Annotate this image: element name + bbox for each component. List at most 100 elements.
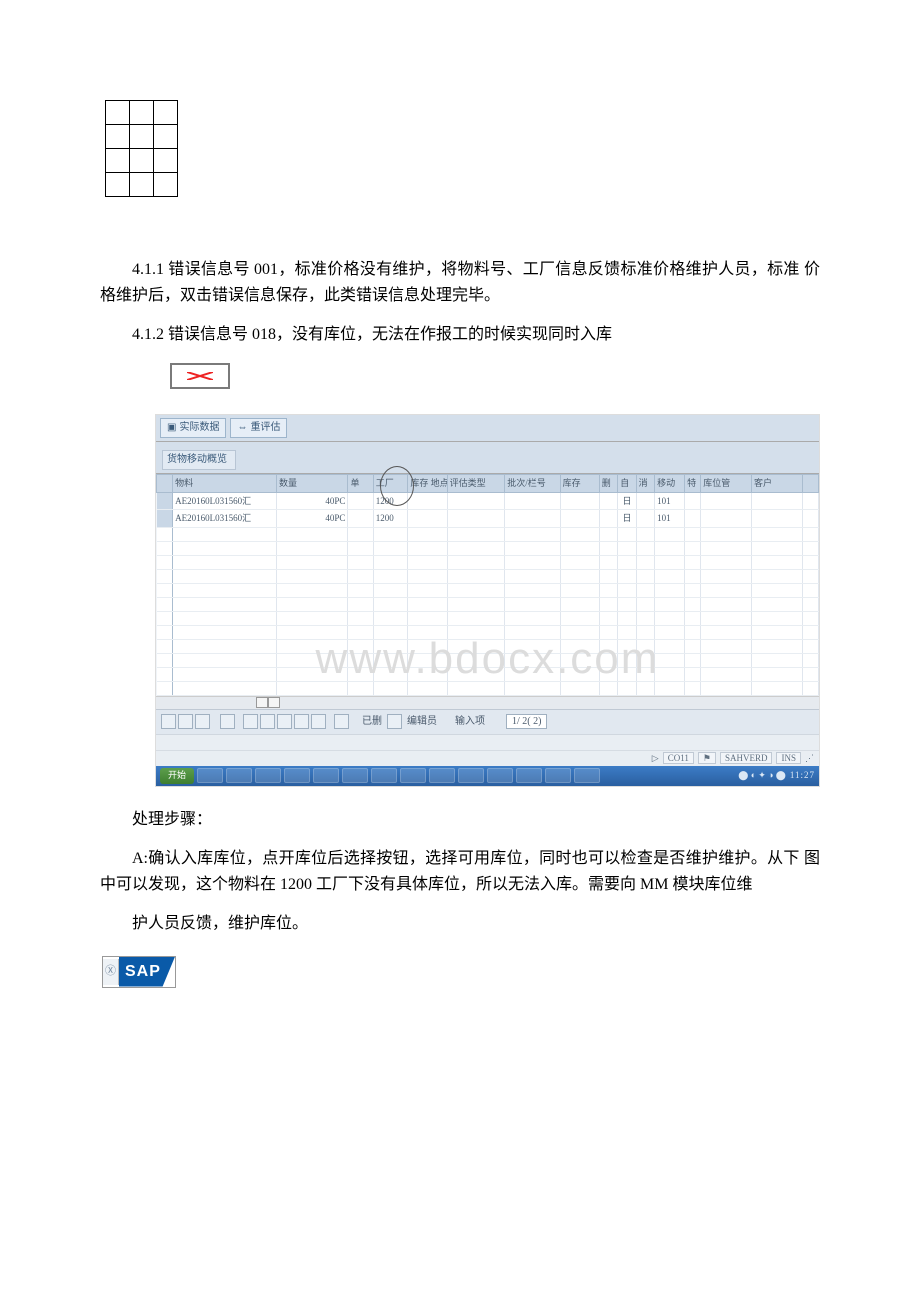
taskbar-item[interactable] (487, 768, 513, 783)
cell-c6[interactable] (701, 492, 752, 509)
taskbar-item[interactable] (342, 768, 368, 783)
taskbar-item[interactable] (371, 768, 397, 783)
table-row[interactable] (157, 597, 819, 611)
cell-c3[interactable] (636, 492, 654, 509)
cell-batch[interactable] (505, 492, 560, 509)
table-row[interactable] (157, 527, 819, 541)
cell-qty[interactable]: 40PC (276, 492, 348, 509)
cell-item[interactable] (560, 510, 599, 527)
col-c6[interactable]: 库位管 (701, 475, 752, 492)
cell-mvtype[interactable] (447, 510, 505, 527)
cell-c4[interactable]: 101 (655, 492, 685, 509)
table-row[interactable] (157, 541, 819, 555)
toolbar-icon[interactable] (220, 714, 235, 729)
cell-c1[interactable] (599, 510, 617, 527)
taskbar-item[interactable] (226, 768, 252, 783)
cell-material[interactable]: AE20160L031560汇 (173, 510, 277, 527)
cell-c7[interactable] (751, 492, 802, 509)
cell-c2[interactable]: 日 (618, 510, 636, 527)
table-row[interactable]: AE20160L031560汇 40PC 1200 日 101 (157, 510, 819, 527)
tab-revaluation[interactable]: ⇔ 重评估 (230, 418, 287, 438)
cell-c5[interactable] (685, 510, 701, 527)
taskbar-item[interactable] (458, 768, 484, 783)
cell-mvtype[interactable] (447, 492, 505, 509)
toolbar-icon[interactable] (195, 714, 210, 729)
cell-plant[interactable]: 1200 (373, 492, 408, 509)
col-unit[interactable]: 单 (348, 475, 373, 492)
taskbar-item[interactable] (197, 768, 223, 783)
toolbar-icon[interactable] (334, 714, 349, 729)
taskbar-item[interactable] (255, 768, 281, 783)
col-c2[interactable]: 自 (618, 475, 636, 492)
tray-icons[interactable]: ⬤ ◐ ✦ ◑ ⬤ (738, 768, 786, 782)
col-c7[interactable]: 客户 (751, 475, 802, 492)
scroll-right-icon[interactable] (268, 697, 280, 708)
cell-plant[interactable]: 1200 (373, 510, 408, 527)
table-row[interactable] (157, 625, 819, 639)
horizontal-scrollbar[interactable] (156, 696, 819, 709)
col-marker[interactable] (157, 475, 173, 492)
cell-unit[interactable] (348, 492, 373, 509)
col-c1[interactable]: 删 (599, 475, 617, 492)
col-item[interactable]: 库存 (560, 475, 599, 492)
col-qty[interactable]: 数量 (276, 475, 348, 492)
toolbar-icon[interactable] (311, 714, 326, 729)
col-c4[interactable]: 移动 (655, 475, 685, 492)
col-c8[interactable] (802, 475, 818, 492)
table-row[interactable] (157, 583, 819, 597)
cell-c2[interactable]: 日 (618, 492, 636, 509)
cell-c4[interactable]: 101 (655, 510, 685, 527)
toolbar-icon[interactable] (387, 714, 402, 729)
toolbar-icon[interactable] (260, 714, 275, 729)
row-marker[interactable] (157, 492, 173, 509)
table-row[interactable]: AE20160L031560汇 40PC 1200 日 101 (157, 492, 819, 509)
cell-batch[interactable] (505, 510, 560, 527)
cell-unit[interactable] (348, 510, 373, 527)
paragraph-step-a-cont: 护人员反馈，维护库位。 (100, 911, 820, 937)
cell-qty[interactable]: 40PC (276, 510, 348, 527)
goods-movement-table[interactable]: 物料 数量 单 工厂 库存 地点 评估类型 批次/栏号 库存 删 自 消 移动 … (156, 474, 819, 695)
table-row[interactable] (157, 667, 819, 681)
toolbar-icon[interactable] (178, 714, 193, 729)
overview-title: 货物移动概览 (162, 450, 236, 470)
taskbar-item[interactable] (545, 768, 571, 783)
toolbar-icon[interactable] (294, 714, 309, 729)
cell-c1[interactable] (599, 492, 617, 509)
table-row[interactable] (157, 681, 819, 695)
scroll-left-icon[interactable] (256, 697, 268, 708)
taskbar-item[interactable] (284, 768, 310, 783)
taskbar-item[interactable] (516, 768, 542, 783)
cell-c6[interactable] (701, 510, 752, 527)
table-row[interactable] (157, 555, 819, 569)
cell-c8[interactable] (802, 492, 818, 509)
col-plant[interactable]: 工厂 (373, 475, 408, 492)
toolbar-icon[interactable] (277, 714, 292, 729)
start-button[interactable]: 开始 (160, 768, 194, 784)
cell-sloc[interactable] (408, 492, 447, 509)
cell-c8[interactable] (802, 510, 818, 527)
taskbar-item[interactable] (313, 768, 339, 783)
cell-item[interactable] (560, 492, 599, 509)
tab-actual-data[interactable]: ▣ 实际数据 (160, 418, 226, 438)
table-row[interactable] (157, 569, 819, 583)
cell-material[interactable]: AE20160L031560汇 (173, 492, 277, 509)
taskbar-item[interactable] (400, 768, 426, 783)
cell-sloc[interactable] (408, 510, 447, 527)
toolbar-icon[interactable] (161, 714, 176, 729)
col-mvtype[interactable]: 评估类型 (447, 475, 505, 492)
cell-c3[interactable] (636, 510, 654, 527)
row-marker[interactable] (157, 510, 173, 527)
col-sloc[interactable]: 库存 地点 (408, 475, 447, 492)
table-row[interactable] (157, 653, 819, 667)
cell-c5[interactable] (685, 492, 701, 509)
col-c3[interactable]: 消 (636, 475, 654, 492)
table-row[interactable] (157, 611, 819, 625)
toolbar-icon[interactable] (243, 714, 258, 729)
col-material[interactable]: 物料 (173, 475, 277, 492)
table-row[interactable] (157, 639, 819, 653)
taskbar-item[interactable] (429, 768, 455, 783)
taskbar-item[interactable] (574, 768, 600, 783)
cell-c7[interactable] (751, 510, 802, 527)
col-c5[interactable]: 特 (685, 475, 701, 492)
col-batch[interactable]: 批次/栏号 (505, 475, 560, 492)
